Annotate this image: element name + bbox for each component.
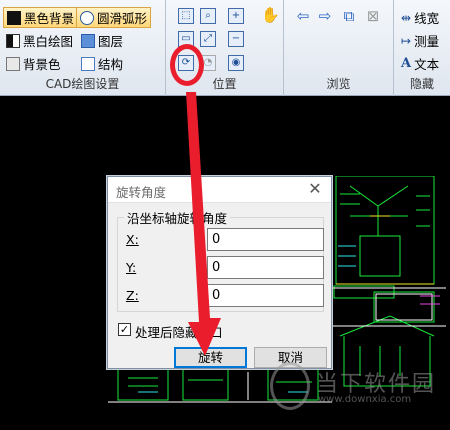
measure-button[interactable]: ↦ 测量 <box>398 30 442 51</box>
text-button[interactable]: A 文本 <box>398 53 442 74</box>
highlight-circle <box>170 44 204 86</box>
background-color-icon <box>6 56 20 71</box>
black-white-icon <box>6 33 20 48</box>
disabled-export-icon[interactable]: ⊠ <box>364 8 382 24</box>
layers-button[interactable]: 图层 <box>78 30 126 51</box>
x-axis-label: X: <box>126 232 139 247</box>
axis-rotation-group-label: 沿坐标轴旋转角度 <box>124 208 231 227</box>
hide-after-processing-label[interactable]: 处理后隐藏窗口 <box>135 322 223 341</box>
text-icon: A <box>401 56 412 71</box>
fit-page-icon[interactable]: ⬚ <box>178 8 194 24</box>
pan-hand-icon[interactable]: ✋ <box>261 8 280 24</box>
arrow-left-icon[interactable]: ⇦ <box>294 8 312 24</box>
structure-icon <box>81 56 95 71</box>
x-angle-input[interactable] <box>207 228 324 251</box>
ribbon-toolbar: 黑色背景 圆滑弧形 黑白绘图 图层 背景色 结构 CAD绘图设置 ⬚ ⌕ + ✋… <box>0 0 450 96</box>
browse-group: ⇦ ⇨ ⧉ ⊠ 浏览 <box>284 0 394 96</box>
circle-icon <box>80 10 94 25</box>
z-angle-input[interactable] <box>207 284 324 307</box>
black-square-icon <box>7 10 21 25</box>
arrow-right-icon[interactable]: ⇨ <box>316 8 334 24</box>
layers-icon <box>81 33 95 48</box>
measure-icon: ↦ <box>401 33 412 48</box>
dialog-title: 旋转角度 <box>116 185 167 200</box>
export-icon[interactable]: ⧉ <box>340 8 358 24</box>
black-white-drawing-button[interactable]: 黑白绘图 <box>3 30 76 51</box>
cad-settings-group-label: CAD绘图设置 <box>45 77 120 91</box>
y-angle-input[interactable] <box>207 256 324 279</box>
watermark-logo-icon <box>270 362 310 410</box>
close-icon[interactable]: ✕ <box>305 179 325 199</box>
line-width-icon: ⇹ <box>401 10 412 25</box>
view-options-icon[interactable]: ◉ <box>228 55 244 71</box>
browse-group-label: 浏览 <box>326 77 351 91</box>
hide-group-label: 隐藏 <box>409 77 434 91</box>
watermark-url: www.downxia.com <box>318 394 412 405</box>
hide-group: ⇹ 线宽 ↦ 测量 A 文本 隐藏 <box>394 0 450 96</box>
z-axis-label: Z: <box>126 288 139 303</box>
site-watermark: 当下软件园 www.downxia.com <box>270 362 445 422</box>
smooth-arc-button[interactable]: 圆滑弧形 <box>76 7 152 28</box>
zoom-window-icon[interactable]: ⌕ <box>200 8 216 24</box>
rotate-button[interactable]: 旋转 <box>174 347 247 368</box>
cad-settings-group: 黑色背景 圆滑弧形 黑白绘图 图层 背景色 结构 CAD绘图设置 <box>0 0 166 96</box>
dialog-title-bar[interactable]: 旋转角度 ✕ <box>108 177 331 203</box>
structure-button[interactable]: 结构 <box>78 53 126 74</box>
rotate-angle-dialog: 旋转角度 ✕ 沿坐标轴旋转角度 X: Y: Z: ✓ 处理后隐藏窗口 旋转 取消 <box>107 176 332 369</box>
black-background-button[interactable]: 黑色背景 <box>3 7 79 28</box>
y-axis-label: Y: <box>126 260 137 275</box>
zoom-out-icon[interactable]: − <box>228 31 244 47</box>
zoom-in-icon[interactable]: + <box>228 8 244 24</box>
background-color-button[interactable]: 背景色 <box>3 53 64 74</box>
fit-extents-icon[interactable]: ⤢ <box>200 31 216 47</box>
hide-after-processing-checkbox[interactable]: ✓ <box>118 323 131 336</box>
line-width-button[interactable]: ⇹ 线宽 <box>398 7 442 28</box>
